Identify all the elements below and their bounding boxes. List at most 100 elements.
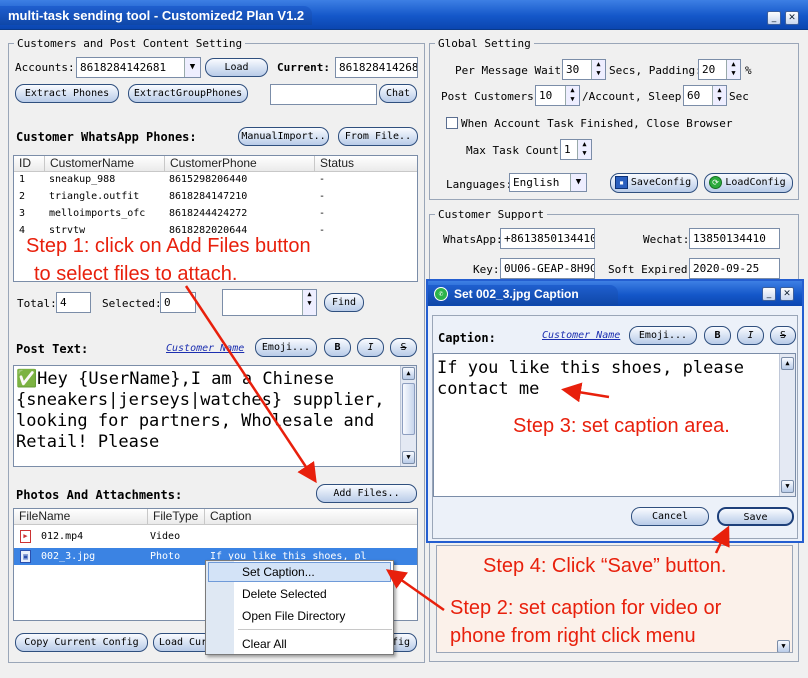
italic-button[interactable]: I <box>357 338 384 357</box>
find-input[interactable]: ▲ ▼ <box>222 289 317 316</box>
menu-item-delete-selected[interactable]: Delete Selected <box>242 587 327 601</box>
row-id: 1 <box>19 174 26 185</box>
row-status: - <box>319 208 326 219</box>
post-text-area[interactable]: ✅Hey {UserName},I am a Chinese {sneakers… <box>13 365 417 467</box>
accounts-label: Accounts: <box>15 61 75 74</box>
chevron-down-icon[interactable]: ▼ <box>570 174 586 191</box>
col-customer-name[interactable]: CustomerName <box>45 156 165 172</box>
chat-input[interactable] <box>270 84 377 105</box>
chevron-down-icon[interactable]: ▼ <box>184 58 200 77</box>
soft-expired-label: Soft Expired: <box>608 263 695 276</box>
scroll-up-icon[interactable]: ▲ <box>781 357 794 370</box>
phones-title: Customer WhatsApp Phones: <box>16 130 197 144</box>
close-icon[interactable]: ✕ <box>785 11 799 25</box>
minimize-icon[interactable]: _ <box>767 11 781 25</box>
post-scrollbar[interactable]: ▲ ▼ <box>400 366 416 466</box>
current-field[interactable]: 8618284142681 <box>335 57 418 78</box>
dialog-emoji-button[interactable]: Emoji... <box>629 326 697 345</box>
cancel-button[interactable]: Cancel <box>631 507 709 526</box>
dialog-italic-button[interactable]: I <box>737 326 764 345</box>
chat-button[interactable]: Chat <box>379 84 417 103</box>
annotation-step3: Step 3: set caption area. <box>513 415 730 437</box>
from-file-button[interactable]: From File.. <box>338 127 418 146</box>
col-caption[interactable]: Caption <box>205 509 417 525</box>
dialog-customer-name-link[interactable]: Customer Name <box>542 330 620 341</box>
spinner-icon[interactable]: ▲ ▼ <box>726 60 740 79</box>
emoji-button[interactable]: Emoji... <box>255 338 317 357</box>
dialog-minimize-icon[interactable]: _ <box>762 287 776 301</box>
sleep-field[interactable]: 60 ▲ ▼ <box>683 85 727 106</box>
attach-type: Video <box>150 531 181 542</box>
sec-label: Sec <box>729 90 749 103</box>
attach-name: 012.mp4 <box>41 531 84 542</box>
annotation-step2-line2: phone from right click menu <box>450 625 696 647</box>
load-current-config-button[interactable]: Load Cur <box>153 633 213 652</box>
customer-support-label: Customer Support <box>435 208 547 221</box>
key-field[interactable]: 0U06-GEAP-8H9G- <box>500 258 595 279</box>
spinner-icon[interactable]: ▲ ▼ <box>591 60 605 79</box>
key-label: Key: <box>473 263 500 276</box>
context-menu: Set Caption... Delete Selected Open File… <box>205 560 394 655</box>
row-phone: 8618244424272 <box>169 208 248 219</box>
language-select[interactable]: English ▼ <box>509 173 587 192</box>
col-filename[interactable]: FileName <box>14 509 148 525</box>
close-browser-checkbox[interactable] <box>446 117 458 129</box>
bold-button[interactable]: B <box>324 338 351 357</box>
language-value: English <box>513 176 560 189</box>
wechat-field[interactable]: 13850134410 <box>689 228 780 249</box>
dialog-close-icon[interactable]: ✕ <box>780 287 794 301</box>
col-id[interactable]: ID <box>14 156 45 172</box>
spinner-icon[interactable]: ▲ ▼ <box>565 86 579 105</box>
annotation-step2-line1: Step 2: set caption for video or <box>450 597 722 619</box>
row-status: - <box>319 225 326 236</box>
padding-field[interactable]: 20 ▲ ▼ <box>698 59 741 80</box>
col-status[interactable]: Status <box>315 156 417 172</box>
save-button[interactable]: Save <box>717 507 794 526</box>
dialog-bold-button[interactable]: B <box>704 326 731 345</box>
row-id: 4 <box>19 225 26 236</box>
max-task-count-field[interactable]: 1 ▲ ▼ <box>560 139 592 160</box>
spinner-icon[interactable]: ▲ ▼ <box>712 86 726 105</box>
load-button[interactable]: Load <box>205 58 268 77</box>
scroll-down-icon[interactable]: ▼ <box>402 451 415 464</box>
caption-scrollbar[interactable]: ▲ ▼ <box>779 354 795 496</box>
per-message-wait-label: Per Message Wait: <box>455 64 568 77</box>
customer-name-link[interactable]: Customer Name <box>166 343 244 354</box>
menu-item-clear-all[interactable]: Clear All <box>242 637 287 651</box>
max-task-count-value: 1 <box>564 143 571 156</box>
per-message-wait-field[interactable]: 30 ▲ ▼ <box>562 59 606 80</box>
post-customers-field[interactable]: 10 ▲ ▼ <box>535 85 580 106</box>
scroll-down-icon[interactable]: ▼ <box>777 640 790 652</box>
row-status: - <box>319 174 326 185</box>
scroll-up-icon[interactable]: ▲ <box>402 367 415 380</box>
accounts-value: 8618284142681 <box>80 61 167 74</box>
scroll-thumb[interactable] <box>402 383 415 435</box>
row-name: triangle.outfit <box>49 191 140 202</box>
manual-import-button[interactable]: ManualImport.. <box>238 127 329 146</box>
add-files-button[interactable]: Add Files.. <box>316 484 417 503</box>
whatsapp-field[interactable]: +8613850134410 <box>500 228 595 249</box>
save-config-button[interactable]: ▪ SaveConfig <box>610 173 698 193</box>
selected-field: 0 <box>160 292 196 313</box>
selected-label: Selected: <box>102 297 162 310</box>
dialog-strike-button[interactable]: S <box>770 326 796 345</box>
menu-item-set-caption[interactable]: Set Caption... <box>242 565 315 579</box>
extract-phones-button[interactable]: Extract Phones <box>15 84 119 103</box>
strike-button[interactable]: S <box>390 338 417 357</box>
scroll-down-icon[interactable]: ▼ <box>781 480 794 493</box>
menu-item-open-directory[interactable]: Open File Directory <box>242 609 345 623</box>
spinner-icon[interactable]: ▲ ▼ <box>577 140 591 159</box>
total-field: 4 <box>56 292 91 313</box>
find-spinner[interactable]: ▲ ▼ <box>302 290 316 315</box>
floppy-icon: ▪ <box>615 176 628 189</box>
col-filetype[interactable]: FileType <box>148 509 205 525</box>
annotation-step1-line1: Step 1: click on Add Files button <box>26 235 311 257</box>
find-button[interactable]: Find <box>324 293 364 312</box>
table-row[interactable]: ▶ 012.mp4 Video <box>14 528 417 545</box>
extract-group-phones-button[interactable]: ExtractGroupPhones <box>128 84 248 103</box>
col-customer-phone[interactable]: CustomerPhone <box>165 156 315 172</box>
load-config-button[interactable]: ⟳ LoadConfig <box>704 173 793 193</box>
annotation-step4: Step 4: Click “Save” button. <box>483 555 727 577</box>
copy-config-button[interactable]: Copy Current Config <box>15 633 148 652</box>
accounts-select[interactable]: 8618284142681 ▼ <box>76 57 201 78</box>
